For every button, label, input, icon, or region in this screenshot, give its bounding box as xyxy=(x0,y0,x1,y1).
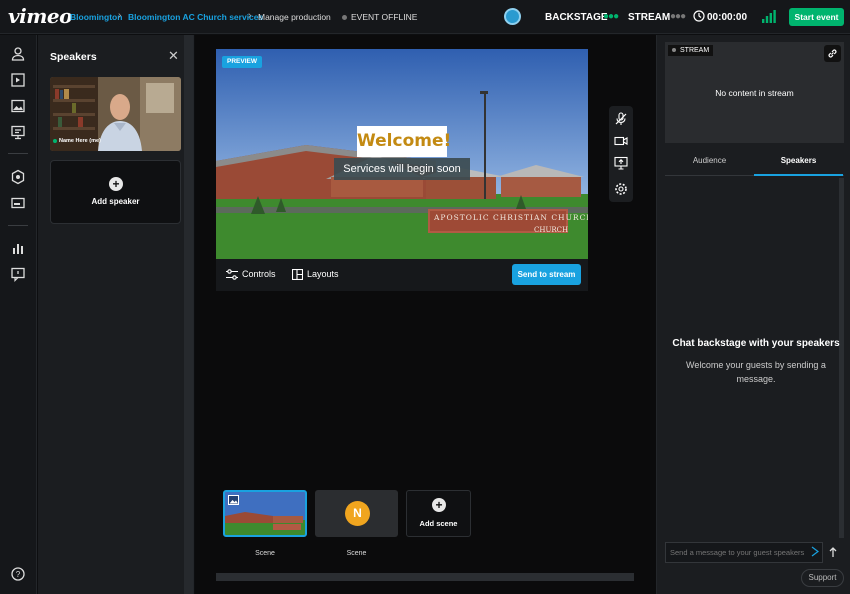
preview-controls-bar: Controls Layouts Send to stream xyxy=(216,259,588,291)
stream-label[interactable]: STREAM xyxy=(628,12,670,23)
breadcrumb-current: Manage production xyxy=(258,12,331,22)
plus-icon: + xyxy=(432,498,446,512)
stream-preview: STREAM No content in stream xyxy=(665,42,844,143)
user-avatar[interactable] xyxy=(504,8,521,25)
speaker-name-label: Name Here (me) xyxy=(53,138,101,144)
scene-label-1: Scene xyxy=(255,550,275,557)
services-banner[interactable]: Services will begin soon xyxy=(334,158,470,180)
send-arrow-icon[interactable] xyxy=(811,546,819,557)
scene-label-2: Scene xyxy=(346,550,367,557)
rail-divider xyxy=(8,225,28,226)
chevron-right-icon: › xyxy=(118,10,122,21)
chevron-right-icon: › xyxy=(248,10,252,21)
chat-message-input[interactable] xyxy=(665,542,823,563)
speakers-scrollbar[interactable] xyxy=(184,35,193,594)
backstage-label[interactable]: BACKSTAGE xyxy=(545,12,608,23)
tab-audience[interactable]: Audience xyxy=(665,156,754,165)
stream-badge: STREAM xyxy=(668,45,714,56)
controls-button[interactable]: Controls xyxy=(242,269,276,279)
breadcrumb-bloomington[interactable]: Bloomington xyxy=(70,12,122,22)
playlist-icon[interactable] xyxy=(10,72,26,88)
chat-subtitle: Welcome your guests by sending a message… xyxy=(686,360,826,384)
send-to-stream-button[interactable]: Send to stream xyxy=(512,264,581,285)
analytics-icon[interactable] xyxy=(10,240,26,256)
svg-text:?: ? xyxy=(16,570,21,579)
timer: 00:00:00 xyxy=(707,12,748,23)
help-icon[interactable]: ? xyxy=(10,566,26,582)
chat-icon[interactable] xyxy=(10,266,26,282)
image-icon xyxy=(228,495,239,505)
active-tab-indicator xyxy=(754,174,843,176)
speakers-panel: Speakers ✕ Name Here (me) + Add speaker xyxy=(38,35,194,594)
backstage-status-icon: ●●● xyxy=(603,11,619,22)
status-dot-icon xyxy=(342,15,347,21)
presentation-icon[interactable] xyxy=(10,124,26,140)
status-dot-icon xyxy=(672,48,676,53)
add-scene-button[interactable]: + Add scene xyxy=(406,490,471,537)
close-icon[interactable]: ✕ xyxy=(168,48,179,64)
clock-icon xyxy=(693,10,705,22)
scene-thumbnail-2[interactable]: N xyxy=(315,490,398,537)
image-icon[interactable] xyxy=(10,98,26,114)
chat-title: Chat backstage with your speakers xyxy=(672,338,840,349)
add-scene-label: Add scene xyxy=(419,519,458,528)
mic-off-icon[interactable] xyxy=(614,112,628,126)
add-speaker-button[interactable]: + Add speaker xyxy=(50,160,181,224)
online-dot-icon xyxy=(53,138,57,143)
welcome-banner[interactable]: Welcome! xyxy=(357,126,451,157)
scroll-up-icon[interactable] xyxy=(825,544,841,561)
church-sign-text: APOSTOLIC CHRISTIAN CHURCH xyxy=(433,213,588,222)
event-status: EVENT OFFLINE xyxy=(342,12,417,22)
plus-icon: + xyxy=(109,177,123,191)
settings-gear-icon[interactable] xyxy=(614,182,628,196)
screen-share-icon[interactable] xyxy=(614,156,628,170)
stream-status-icon: ●●● xyxy=(670,11,686,22)
top-bar: vimeo Bloomington › Bloomington AC Churc… xyxy=(0,0,850,34)
preview-badge: PREVIEW xyxy=(222,56,262,68)
speakers-panel-title: Speakers xyxy=(50,51,97,63)
link-icon xyxy=(828,49,837,58)
signal-strength-icon xyxy=(762,10,776,23)
add-speaker-label: Add speaker xyxy=(91,197,140,206)
breadcrumb-event[interactable]: Bloomington AC Church services xyxy=(128,12,263,22)
camera-icon[interactable] xyxy=(614,134,628,148)
copy-link-button[interactable] xyxy=(824,45,841,62)
no-content-text: No content in stream xyxy=(715,88,794,98)
preview-canvas[interactable]: APOSTOLIC CHRISTIAN CHURCH CHURCH PREVIE… xyxy=(216,49,588,259)
person-icon[interactable] xyxy=(10,46,26,62)
support-button[interactable]: Support xyxy=(801,569,844,587)
tab-speakers[interactable]: Speakers xyxy=(754,156,843,165)
sliders-icon xyxy=(226,269,238,280)
banner-icon[interactable] xyxy=(10,195,26,211)
start-event-button[interactable]: Start event xyxy=(789,8,844,26)
speaker-camera-feed[interactable]: Name Here (me) xyxy=(50,77,181,151)
vimeo-logo[interactable]: vimeo xyxy=(8,4,72,28)
scene-thumbnail-1[interactable] xyxy=(223,490,307,537)
overlay-icon[interactable] xyxy=(10,169,26,185)
layouts-button[interactable]: Layouts xyxy=(307,269,339,279)
scenes-scrollbar[interactable] xyxy=(216,573,634,581)
church-sign-text-2: CHURCH xyxy=(534,226,568,234)
rail-divider xyxy=(8,153,28,154)
preview-side-toolbar xyxy=(609,106,633,202)
left-rail: ? xyxy=(0,35,37,594)
layouts-icon xyxy=(292,269,303,280)
speaker-initial-avatar: N xyxy=(345,501,370,526)
